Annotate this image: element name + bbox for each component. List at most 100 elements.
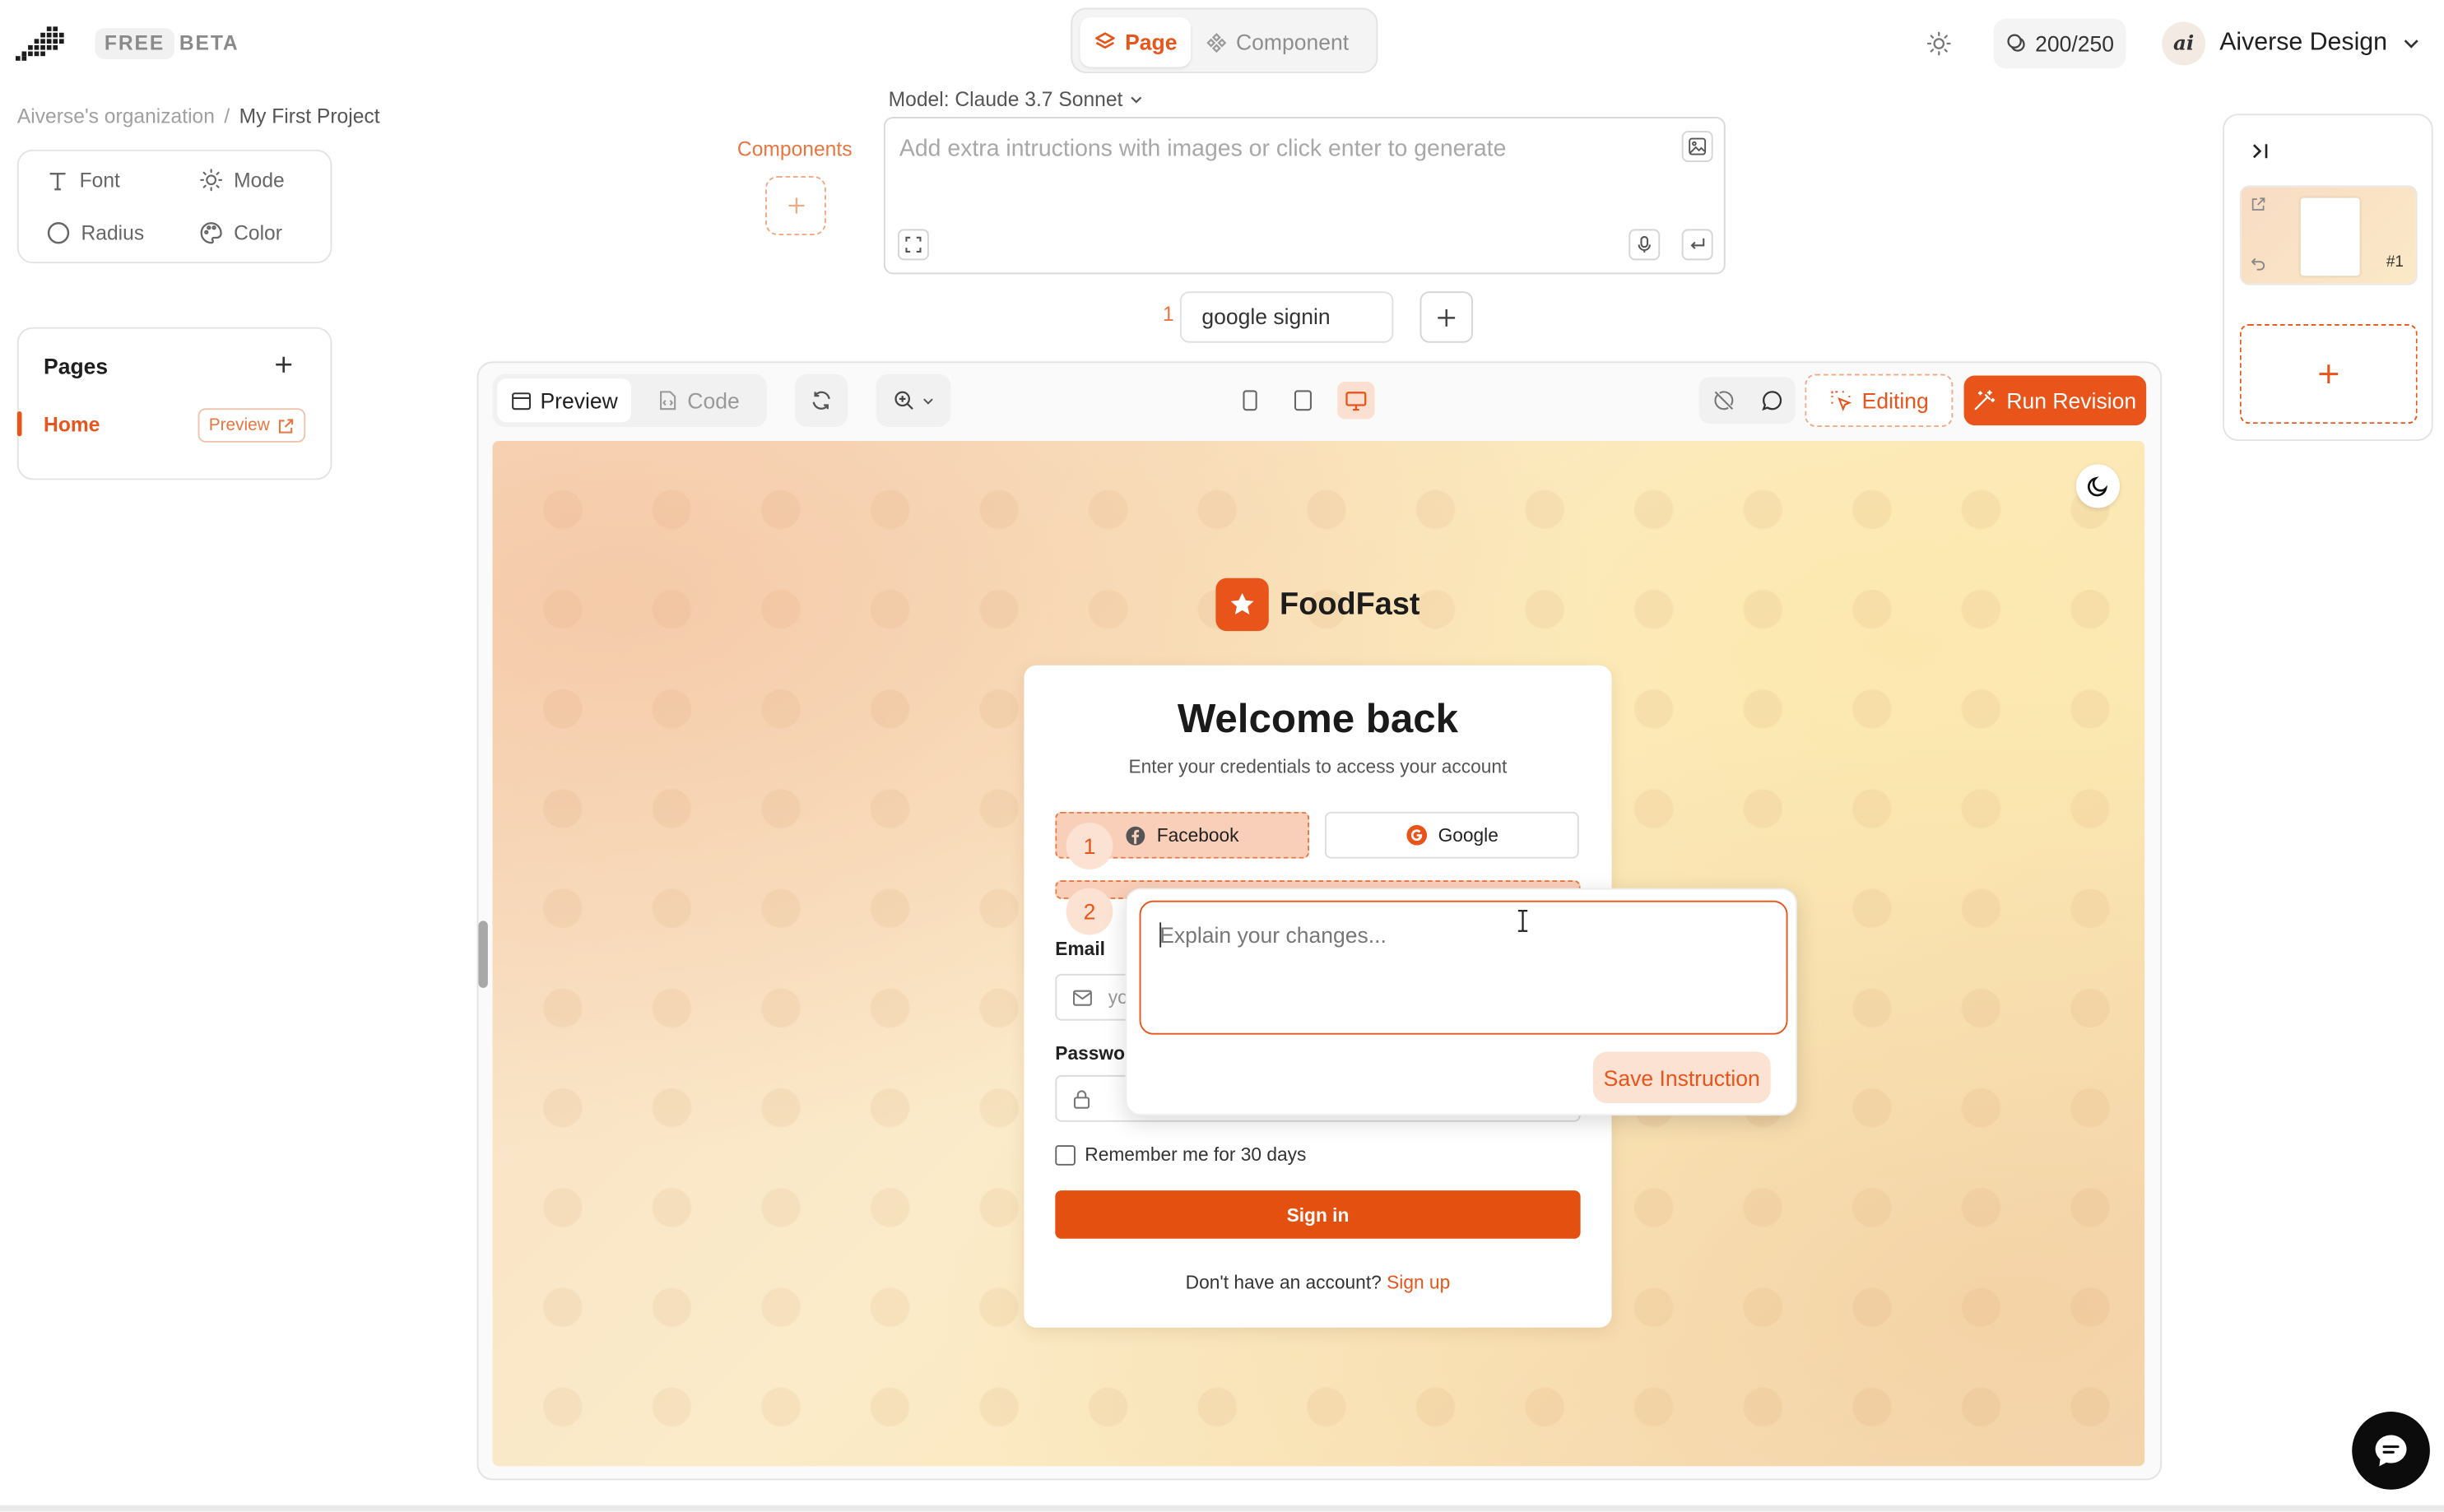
beta-label: BETA: [179, 30, 239, 55]
tab-component-label: Component: [1236, 29, 1350, 55]
email-label: Email: [1055, 938, 1105, 960]
tab-code-label: Code: [687, 387, 740, 413]
sign-up-link[interactable]: Sign up: [1387, 1272, 1450, 1294]
monitor-icon: [1345, 391, 1367, 410]
annotation-marker-1[interactable]: 1: [1066, 823, 1113, 870]
mobile-view-button[interactable]: [1231, 382, 1268, 419]
microphone-icon: [1638, 235, 1651, 253]
desktop-view-button[interactable]: [1337, 382, 1375, 420]
select-cursor-icon: [1830, 391, 1852, 411]
pages-title: Pages: [44, 353, 109, 379]
color-label: Color: [234, 220, 282, 245]
add-version-button[interactable]: [2239, 323, 2418, 424]
annotation-marker-2[interactable]: 2: [1066, 888, 1113, 935]
comment-button[interactable]: [1760, 390, 1782, 412]
add-page-button[interactable]: [272, 354, 295, 376]
sidebar-item-home[interactable]: Home: [44, 413, 100, 436]
sun-icon: [200, 169, 223, 192]
chevron-down-icon: [1131, 95, 1142, 103]
preview-canvas: FoodFast Welcome back Enter your credent…: [492, 441, 2145, 1467]
zoom-in-icon: [894, 391, 913, 410]
zoom-dropdown[interactable]: [876, 373, 951, 427]
add-component-button[interactable]: [765, 176, 826, 236]
sign-in-button[interactable]: Sign in: [1055, 1190, 1581, 1239]
external-link-icon[interactable]: [2251, 197, 2266, 212]
prompt-input[interactable]: Add extra intructions with images or cli…: [883, 117, 1726, 275]
annotation-tools: [1698, 377, 1796, 424]
model-selector[interactable]: Model: Claude 3.7 Sonnet: [889, 87, 1145, 110]
version-badge: #1: [2386, 253, 2404, 271]
tab-code[interactable]: Code: [657, 378, 740, 422]
collapse-panel-button[interactable]: [2249, 140, 2271, 162]
expand-button[interactable]: [898, 229, 929, 261]
tab-component[interactable]: Component: [1206, 17, 1349, 67]
radius-button[interactable]: Radius: [47, 221, 144, 244]
text-cursor-icon: [1513, 908, 1532, 933]
remember-checkbox[interactable]: [1055, 1144, 1076, 1165]
layers-icon: [1094, 32, 1115, 49]
editing-mode-button[interactable]: Editing: [1805, 373, 1954, 427]
tablet-view-button[interactable]: [1285, 382, 1322, 419]
mode-label: Mode: [234, 168, 285, 192]
hide-comments-button[interactable]: [1712, 390, 1735, 412]
attach-image-button[interactable]: [1681, 131, 1713, 162]
image-icon: [1689, 137, 1707, 155]
login-title: Welcome back: [1177, 694, 1459, 742]
facebook-icon: [1126, 825, 1145, 845]
panel-resize-handle[interactable]: [478, 921, 488, 988]
instruction-textarea[interactable]: Explain your changes...: [1139, 900, 1788, 1035]
tab-preview-label: Preview: [540, 387, 618, 413]
tab-page[interactable]: Page: [1080, 16, 1192, 67]
sun-icon: [1926, 31, 1951, 56]
app-logo[interactable]: [15, 26, 66, 61]
save-instruction-button[interactable]: Save Instruction: [1592, 1051, 1771, 1104]
voice-input-button[interactable]: [1629, 229, 1661, 261]
style-panel: Font Mode Radius Color: [16, 149, 332, 264]
phone-icon: [1243, 390, 1257, 411]
chip-number: 1: [1162, 302, 1174, 326]
color-button[interactable]: Color: [199, 221, 282, 244]
breadcrumb-org[interactable]: Aiverse's organization: [17, 104, 215, 129]
circle-icon: [47, 222, 70, 244]
refresh-button[interactable]: [794, 373, 848, 427]
chevron-down-icon[interactable]: [2402, 35, 2421, 53]
plus-icon: [276, 356, 292, 373]
undo-icon[interactable]: [2251, 256, 2266, 271]
external-link-icon: [279, 418, 294, 433]
avatar[interactable]: ai: [2162, 21, 2206, 66]
type-icon: [49, 172, 66, 190]
model-label: Model: Claude 3.7 Sonnet: [888, 87, 1123, 111]
run-revision-button[interactable]: Run Revision: [1963, 375, 2147, 426]
mode-button[interactable]: Mode: [199, 168, 285, 192]
breadcrumb-project[interactable]: My First Project: [239, 104, 380, 129]
breadcrumb: Aiverse's organization / My First Projec…: [17, 104, 380, 129]
browser-icon: [511, 392, 531, 410]
instruction-chip[interactable]: google signin: [1179, 291, 1394, 343]
submit-prompt-button[interactable]: [1681, 229, 1713, 261]
dark-mode-toggle[interactable]: [2075, 464, 2120, 508]
mail-icon: [1072, 989, 1092, 1005]
google-login-button[interactable]: Google: [1324, 811, 1579, 859]
plan-badge-free: FREE: [95, 28, 174, 59]
code-file-icon: [660, 391, 676, 410]
run-revision-label: Run Revision: [2006, 387, 2137, 413]
version-thumbnail[interactable]: #1: [2239, 185, 2418, 285]
brand-name: FoodFast: [1280, 587, 1420, 621]
page-preview-button[interactable]: Preview: [197, 408, 306, 443]
mode-switcher: Page Component: [1071, 7, 1378, 74]
google-icon: [1406, 824, 1427, 846]
theme-toggle-button[interactable]: [1926, 31, 1951, 56]
support-chat-button[interactable]: [2352, 1412, 2430, 1490]
font-label: Font: [79, 168, 120, 192]
comment-icon: [1761, 391, 1782, 411]
add-instruction-button[interactable]: [1419, 291, 1473, 343]
palette-icon: [200, 222, 222, 244]
coins-icon: [2006, 34, 2025, 52]
font-button[interactable]: Font: [47, 169, 120, 192]
remember-me[interactable]: Remember me for 30 days: [1055, 1143, 1306, 1166]
instruction-placeholder: Explain your changes...: [1159, 922, 1387, 948]
plus-icon: [788, 197, 804, 214]
tab-preview[interactable]: Preview: [497, 378, 632, 423]
workspace-name[interactable]: Aiverse Design: [2219, 28, 2387, 59]
credits-counter[interactable]: 200/250: [1993, 18, 2126, 69]
